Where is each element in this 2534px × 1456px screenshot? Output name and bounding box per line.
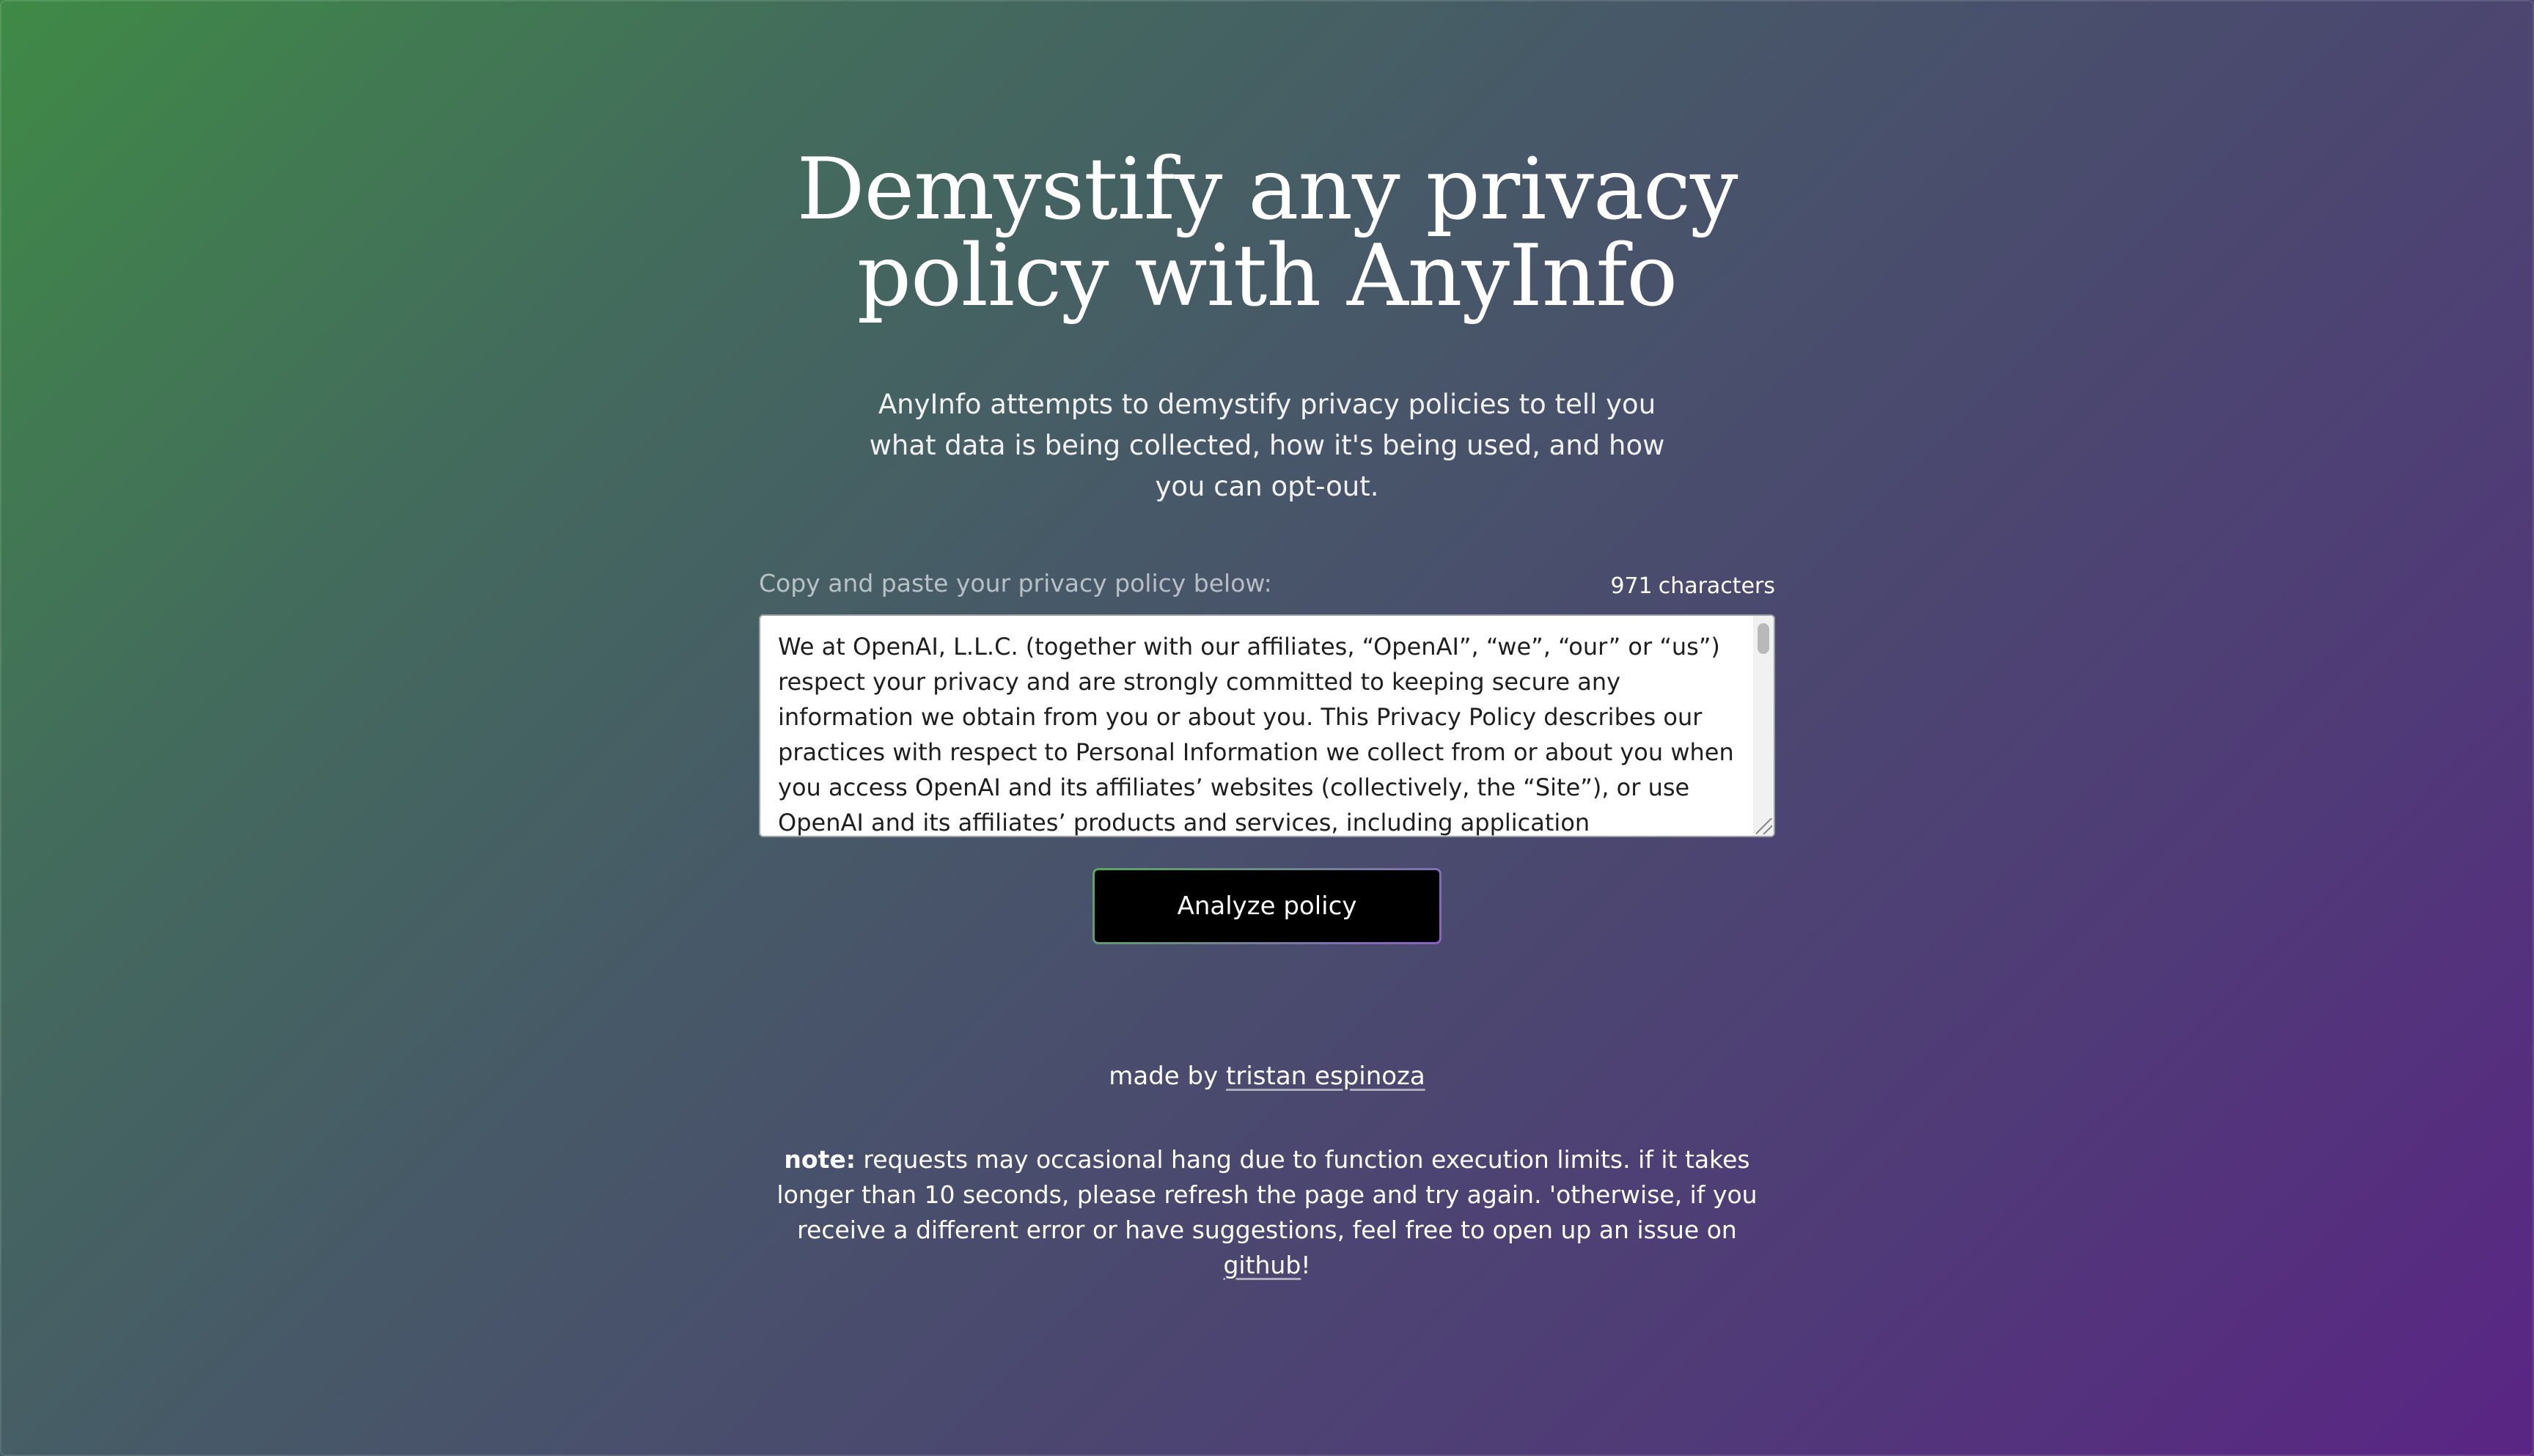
resize-handle-icon[interactable]: [1756, 818, 1772, 834]
textarea-scrollbar[interactable]: [1753, 616, 1774, 836]
page-title-line-1: Demystify any privacy: [796, 140, 1738, 239]
page-title-line-2: policy with AnyInfo: [856, 227, 1678, 326]
note-label: note:: [784, 1145, 856, 1174]
page-subtitle: AnyInfo attempts to demystify privacy po…: [869, 389, 1665, 502]
textarea-scrollbar-thumb[interactable]: [1758, 623, 1769, 654]
note-paragraph: note: requests may occasional hang due t…: [759, 1142, 1775, 1283]
author-link[interactable]: tristan espinoza: [1226, 1062, 1425, 1091]
analyze-policy-button[interactable]: Analyze policy: [1092, 868, 1442, 944]
note-end: !: [1301, 1251, 1311, 1279]
note-text: requests may occasional hang due to func…: [776, 1145, 1758, 1244]
character-count-unit: characters: [1658, 573, 1775, 599]
policy-textarea[interactable]: We at OpenAI, L.L.C. (together with our …: [759, 614, 1775, 837]
policy-input-label: Copy and paste your privacy policy below…: [759, 569, 1272, 598]
github-link[interactable]: github: [1223, 1251, 1301, 1279]
character-counter: 971 characters: [1610, 573, 1775, 599]
page-title: Demystify any privacy policy with AnyInf…: [0, 147, 2534, 320]
made-by-credit: made by tristan espinoza: [0, 1062, 2534, 1091]
made-by-prefix: made by: [1109, 1062, 1219, 1091]
policy-text-content[interactable]: We at OpenAI, L.L.C. (together with our …: [778, 629, 1738, 836]
character-count-value: 971: [1610, 573, 1653, 599]
